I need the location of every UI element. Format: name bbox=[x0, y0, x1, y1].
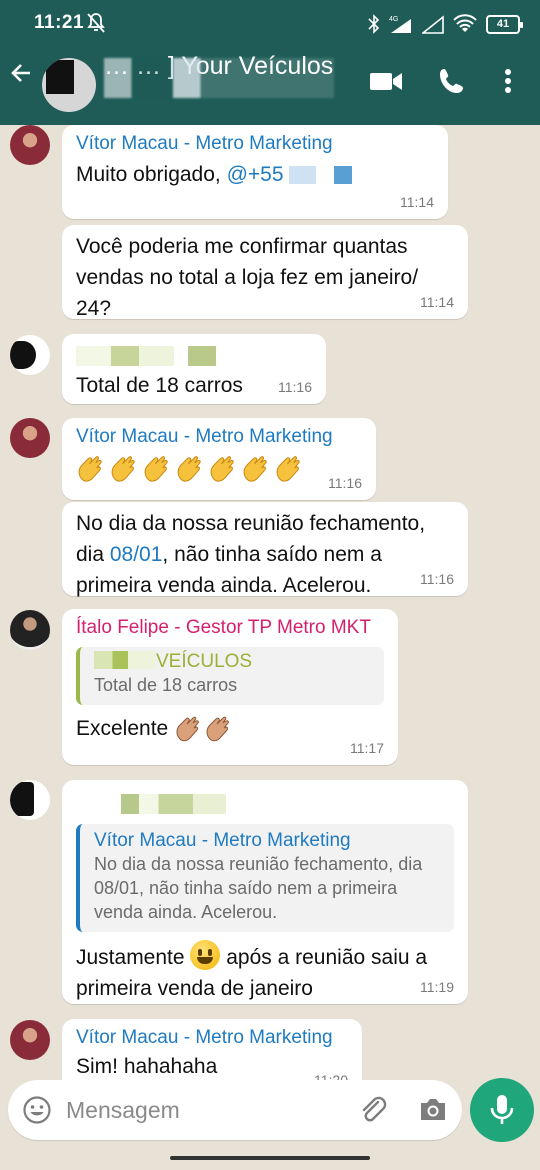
message-time: 11:16 bbox=[278, 379, 312, 395]
video-call-icon[interactable] bbox=[368, 64, 404, 98]
redacted-title-overlay bbox=[104, 58, 334, 98]
sender-avatar[interactable] bbox=[10, 335, 50, 375]
gesture-nav-bar[interactable] bbox=[170, 1156, 370, 1160]
date-link[interactable]: 08/01 bbox=[110, 543, 163, 566]
battery-icon: 41 bbox=[486, 14, 523, 34]
status-bar: 11:21 4G 41 bbox=[0, 0, 540, 48]
emoji-icon[interactable] bbox=[22, 1095, 52, 1125]
microphone-icon bbox=[490, 1095, 514, 1124]
quoted-message[interactable]: VEÍCULOS Total de 18 carros bbox=[76, 647, 384, 705]
message-bubble[interactable]: Vítor Macau - Metro Marketing Sim! hahah… bbox=[62, 1019, 362, 1080]
more-options-icon[interactable] bbox=[496, 64, 520, 98]
clapping-hands-icon bbox=[144, 456, 168, 482]
clapping-hands-icon bbox=[111, 456, 135, 482]
message-text: Sim! hahahaha bbox=[76, 1055, 218, 1078]
message-input[interactable]: Mensagem bbox=[66, 1097, 180, 1124]
quoted-sender: Vítor Macau - Metro Marketing bbox=[94, 830, 351, 851]
group-avatar[interactable] bbox=[42, 58, 96, 112]
message-bubble[interactable]: Você poderia me confirmar quantas vendas… bbox=[62, 225, 468, 320]
message-text: Total de 18 carros bbox=[76, 374, 243, 397]
bluetooth-icon bbox=[368, 14, 380, 34]
signal-icon bbox=[422, 15, 444, 34]
voice-call-icon[interactable] bbox=[435, 64, 471, 98]
status-time: 11:21 bbox=[34, 12, 85, 33]
clapping-hands-icon bbox=[206, 717, 229, 742]
sender-avatar[interactable] bbox=[10, 125, 50, 165]
message-text: Você poderia me confirmar quantas vendas… bbox=[76, 235, 419, 320]
clapping-hands-icon bbox=[78, 456, 102, 482]
wifi-icon bbox=[453, 14, 477, 32]
message-time: 11:14 bbox=[420, 294, 454, 310]
message-text: Muito obrigado, @+55 bbox=[76, 159, 434, 190]
clapping-hands-emojis bbox=[76, 454, 362, 489]
clapping-hands-icon bbox=[243, 456, 267, 482]
attach-icon[interactable] bbox=[358, 1094, 388, 1126]
back-arrow-icon[interactable] bbox=[10, 62, 32, 84]
sender-name[interactable]: Vítor Macau - Metro Marketing bbox=[76, 1027, 348, 1049]
quoted-message[interactable]: Vítor Macau - Metro Marketing No dia da … bbox=[76, 824, 454, 932]
grinning-face-icon bbox=[190, 940, 221, 970]
clapping-hands-icon bbox=[210, 456, 234, 482]
sender-name[interactable]: Vítor Macau - Metro Marketing bbox=[76, 426, 362, 448]
sender-avatar[interactable] bbox=[10, 610, 50, 650]
camera-icon[interactable] bbox=[418, 1095, 448, 1123]
sender-avatar[interactable] bbox=[10, 780, 50, 820]
quoted-text: Total de 18 carros bbox=[94, 675, 238, 695]
message-bubble[interactable]: Ítalo Felipe - Gestor TP Metro MKT VEÍCU… bbox=[62, 609, 398, 765]
sender-name[interactable]: Vítor Macau - Metro Marketing bbox=[76, 133, 434, 155]
message-time: 11:20 bbox=[314, 1072, 348, 1080]
chat-header: … … ] Your Veículos bbox=[0, 48, 540, 125]
muted-bell-icon bbox=[87, 13, 105, 33]
message-text: Excelente bbox=[76, 713, 384, 744]
message-bubble[interactable]: No dia da nossa reunião fechamento, dia … bbox=[62, 502, 468, 597]
message-bubble[interactable]: Vítor Macau - Metro Marketing Muito obri… bbox=[62, 125, 448, 219]
message-time: 11:17 bbox=[350, 740, 384, 756]
message-time: 11:14 bbox=[400, 194, 434, 210]
svg-text:4G: 4G bbox=[389, 16, 398, 23]
message-list[interactable]: Vítor Macau - Metro Marketing Muito obri… bbox=[0, 125, 540, 1080]
message-text: Justamente após a reunião saiu a primeir… bbox=[76, 940, 454, 1004]
sender-avatar[interactable] bbox=[10, 1020, 50, 1060]
quoted-text: No dia da nossa reunião fechamento, dia … bbox=[94, 854, 423, 922]
voice-message-button[interactable] bbox=[470, 1078, 534, 1142]
message-time: 11:16 bbox=[328, 475, 362, 491]
quoted-sender: VEÍCULOS bbox=[94, 651, 372, 673]
mention-link[interactable]: @+55 bbox=[227, 163, 284, 186]
message-text: No dia da nossa reunião fechamento, dia … bbox=[76, 512, 426, 597]
message-bubble[interactable]: Total de 18 carros 11:16 bbox=[62, 334, 326, 404]
message-time: 11:16 bbox=[420, 571, 454, 587]
message-time: 11:19 bbox=[420, 979, 454, 995]
message-bubble[interactable]: Vítor Macau - Metro Marketing No dia da … bbox=[62, 780, 468, 1004]
app-header: 11:21 4G 41 … … ] Your Veículos bbox=[0, 0, 540, 125]
clapping-hands-icon bbox=[276, 456, 300, 482]
status-icons: 4G 41 bbox=[368, 14, 523, 34]
sender-name[interactable]: Ítalo Felipe - Gestor TP Metro MKT bbox=[76, 617, 384, 639]
message-composer: Mensagem bbox=[8, 1080, 462, 1140]
clapping-hands-icon bbox=[176, 717, 199, 742]
redacted-sender-name bbox=[76, 794, 226, 814]
message-bubble[interactable]: Vítor Macau - Metro Marketing 11:16 bbox=[62, 418, 376, 500]
clapping-hands-icon bbox=[177, 456, 201, 482]
signal-4g-icon: 4G bbox=[389, 16, 411, 33]
sender-avatar[interactable] bbox=[10, 418, 50, 458]
redacted-sender-name bbox=[76, 346, 216, 366]
